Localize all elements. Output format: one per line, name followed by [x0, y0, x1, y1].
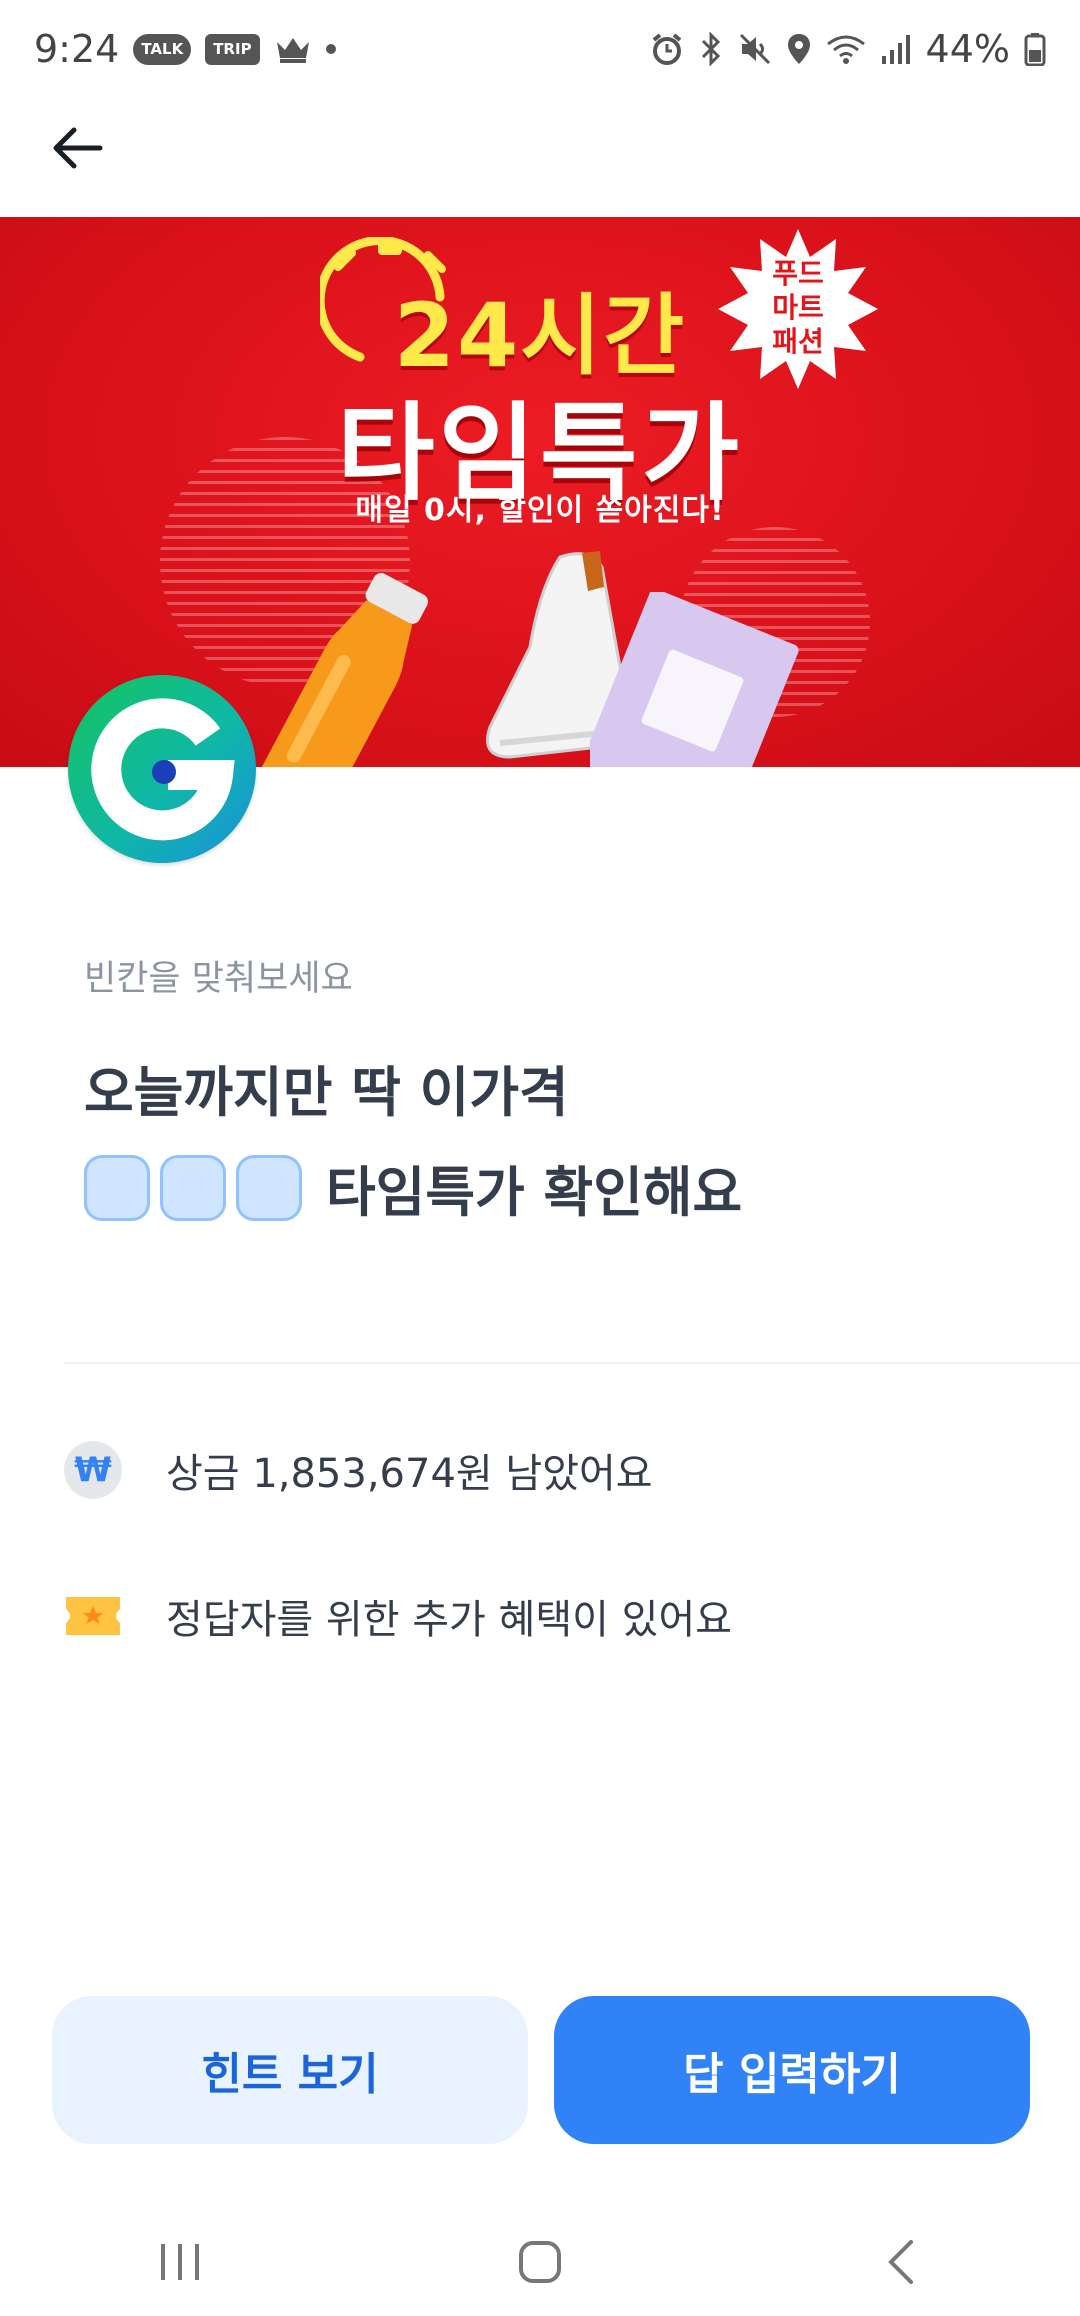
- prize-remaining-text: 상금 1,853,674원 남았어요: [166, 1451, 653, 1497]
- bonus-info-row: 정답자를 위한 추가 혜택이 있어요: [64, 1587, 732, 1645]
- burst-labels: 푸드 마트 패션: [718, 257, 878, 359]
- won-icon: ₩: [64, 1441, 122, 1499]
- answer-blank-box: [84, 1154, 150, 1221]
- back-button[interactable]: [36, 110, 116, 190]
- burst-label-mart: 마트: [772, 291, 824, 324]
- burst-label-fashion: 패션: [772, 325, 824, 358]
- snack-pack-image: [582, 588, 810, 767]
- recents-icon: [157, 2242, 203, 2286]
- prize-info-row: ₩ 상금 1,853,674원 남았어요: [64, 1441, 653, 1499]
- section-divider: [64, 1362, 1080, 1364]
- status-bar: 9:24 TALK TRIP 44%: [0, 0, 1080, 98]
- status-bar-left: 9:24 TALK TRIP: [34, 27, 336, 71]
- answer-blank-box: [160, 1154, 226, 1221]
- hint-button[interactable]: 힌트 보기: [52, 1996, 528, 2144]
- home-button[interactable]: [480, 2224, 600, 2304]
- banner-subtitle: 매일 0시, 할인이 쏟아진다!: [355, 493, 725, 528]
- quiz-question-suffix: 타임특가 확인해요: [326, 1161, 743, 1224]
- won-symbol: ₩: [64, 1441, 122, 1499]
- arrow-left-icon: [48, 124, 104, 176]
- enter-answer-button[interactable]: 답 입력하기: [554, 1996, 1030, 2144]
- battery-percent: 44%: [925, 27, 1010, 71]
- mute-icon: [738, 32, 772, 66]
- quiz-question-line-2: 타임특가 확인해요: [84, 1148, 742, 1227]
- brand-logo: [68, 675, 256, 863]
- bluetooth-icon: [698, 32, 724, 66]
- recents-button[interactable]: [120, 2224, 240, 2304]
- status-time: 9:24: [34, 27, 120, 71]
- crown-icon: [274, 34, 312, 64]
- home-icon: [518, 2240, 562, 2288]
- chevron-left-icon: [885, 2238, 915, 2290]
- notification-dot-icon: [325, 44, 336, 54]
- trip-icon: TRIP: [205, 33, 260, 65]
- status-bar-right: 44%: [650, 27, 1046, 71]
- juice-bottle-image: [255, 572, 455, 767]
- bonus-benefit-text: 정답자를 위한 추가 혜택이 있어요: [166, 1597, 733, 1643]
- battery-icon: [1024, 32, 1046, 66]
- talk-icon: TALK: [133, 33, 192, 65]
- burst-label-food: 푸드: [772, 257, 824, 290]
- quiz-question-line-1: 오늘까지만 딱 이가격: [84, 1061, 569, 1124]
- alarm-icon: [650, 32, 684, 66]
- signal-icon: [880, 32, 912, 66]
- answer-blank-box: [236, 1154, 302, 1221]
- ticket-icon: [64, 1587, 122, 1645]
- category-burst-badge: 푸드 마트 패션: [718, 229, 878, 389]
- g-logo-icon: [68, 698, 256, 867]
- system-back-button[interactable]: [840, 2224, 960, 2304]
- location-icon: [786, 32, 812, 66]
- system-nav-bar: [0, 2212, 1080, 2316]
- wifi-icon: [826, 32, 866, 66]
- quiz-instruction: 빈칸을 맞춰보세요: [84, 959, 353, 999]
